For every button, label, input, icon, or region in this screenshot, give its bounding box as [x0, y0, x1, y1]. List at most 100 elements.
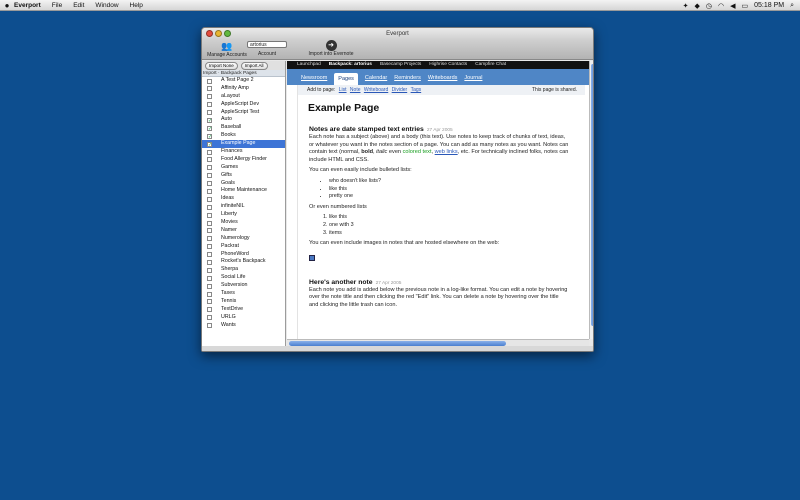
add-tags-link[interactable]: Tags	[411, 87, 422, 93]
page-row[interactable]: Wants	[202, 322, 285, 330]
import-checkbox[interactable]	[207, 259, 212, 265]
account-select[interactable]: artorius	[247, 41, 287, 48]
page-row[interactable]: TextDrive	[202, 306, 285, 314]
tab-reminders[interactable]: Reminders	[394, 75, 421, 85]
import-checkbox[interactable]	[207, 267, 212, 273]
page-row[interactable]: Numerology	[202, 235, 285, 243]
battery-icon[interactable]: ▭	[741, 2, 748, 10]
column-import[interactable]: Import	[203, 71, 217, 76]
page-row[interactable]: Tennis	[202, 298, 285, 306]
nav-link[interactable]: Campfire Chat	[475, 61, 506, 69]
menu-edit[interactable]: Edit	[73, 2, 84, 9]
vertical-scroll-thumb[interactable]	[591, 64, 593, 326]
page-row[interactable]: Rocket's Backpack	[202, 258, 285, 266]
import-checkbox[interactable]	[207, 307, 212, 313]
horizontal-scrollbar[interactable]	[287, 339, 589, 346]
close-button[interactable]	[206, 30, 213, 37]
wifi-icon[interactable]: ◠	[718, 2, 724, 10]
apple-menu-icon[interactable]: ●	[0, 1, 14, 10]
note-2-title[interactable]: Here's another note 27 Apr 2005	[309, 279, 569, 286]
import-checkbox[interactable]	[207, 157, 212, 163]
menu-app-name[interactable]: Everport	[14, 2, 41, 9]
page-row[interactable]: Food Allergy Finder	[202, 156, 285, 164]
menu-clock[interactable]: 05:18 PM	[754, 2, 784, 9]
tab-newsroom[interactable]: Newsroom	[301, 75, 327, 85]
import-checkbox[interactable]	[207, 78, 212, 84]
import-checkbox[interactable]	[207, 275, 212, 281]
vertical-scrollbar[interactable]	[589, 61, 593, 339]
page-row[interactable]: AppleScript Dev	[202, 101, 285, 109]
menu-help[interactable]: Help	[130, 2, 143, 9]
minimize-button[interactable]	[215, 30, 222, 37]
add-divider-link[interactable]: Divider	[392, 87, 408, 93]
import-checkbox[interactable]	[207, 283, 212, 289]
import-all-button[interactable]: Import All	[240, 62, 268, 70]
menu-file[interactable]: File	[52, 2, 62, 9]
import-checkbox[interactable]	[207, 244, 212, 250]
volume-icon[interactable]: ◀	[730, 2, 735, 10]
page-row[interactable]: Namer	[202, 227, 285, 235]
import-checkbox[interactable]	[207, 188, 212, 194]
import-checkbox[interactable]	[207, 323, 212, 329]
import-checkbox[interactable]	[207, 228, 212, 234]
import-checkbox[interactable]	[207, 149, 212, 155]
tab-journal[interactable]: Journal	[464, 75, 482, 85]
page-row[interactable]: Liberty	[202, 211, 285, 219]
import-into-evernote-button[interactable]: ➜ Import into Evernote	[308, 40, 354, 57]
import-checkbox[interactable]: ✓	[207, 117, 212, 123]
nav-link[interactable]: Basecamp Projects	[380, 61, 421, 69]
menu-window[interactable]: Window	[95, 2, 118, 9]
clock-icon[interactable]: ◷	[706, 2, 712, 10]
page-row[interactable]: ✓ Books	[202, 132, 285, 140]
tab-calendar[interactable]: Calendar	[365, 75, 387, 85]
page-row[interactable]: Packrat	[202, 243, 285, 251]
page-row[interactable]: A Test Page 2	[202, 77, 285, 85]
import-checkbox[interactable]	[207, 181, 212, 187]
page-row[interactable]: ✓ Example Page	[202, 140, 285, 149]
import-checkbox[interactable]	[207, 110, 212, 116]
import-checkbox[interactable]	[207, 252, 212, 258]
page-row[interactable]: Gifts	[202, 172, 285, 180]
import-checkbox[interactable]	[207, 299, 212, 305]
import-checkbox[interactable]	[207, 173, 212, 179]
page-row[interactable]: ✓ Baseball	[202, 124, 285, 132]
tab-writeboards[interactable]: Writeboards	[428, 75, 458, 85]
search-icon[interactable]: ⌕	[790, 2, 794, 10]
import-checkbox[interactable]	[207, 212, 212, 218]
page-row[interactable]: Subversion	[202, 282, 285, 290]
twitter-icon[interactable]: ✦	[683, 2, 689, 10]
import-checkbox[interactable]	[207, 220, 212, 226]
nav-link[interactable]: Launchpad	[297, 61, 321, 69]
import-checkbox[interactable]: ✓	[207, 125, 212, 131]
import-none-button[interactable]: Import None	[205, 62, 238, 70]
page-row[interactable]: Sherpa	[202, 266, 285, 274]
import-checkbox[interactable]	[207, 291, 212, 297]
import-checkbox[interactable]	[207, 236, 212, 242]
import-checkbox[interactable]	[207, 196, 212, 202]
manage-accounts-button[interactable]: 👥 Manage Accounts	[205, 41, 249, 58]
page-row[interactable]: ✓ Auto	[202, 116, 285, 124]
nav-link[interactable]: Backpack: artorius	[329, 61, 372, 69]
zoom-button[interactable]	[224, 30, 231, 37]
import-checkbox[interactable]: ✓	[207, 141, 212, 147]
import-checkbox[interactable]	[207, 102, 212, 108]
page-row[interactable]: Movies	[202, 219, 285, 227]
add-note-link[interactable]: Note	[350, 87, 361, 93]
tab-pages[interactable]: Pages	[334, 73, 358, 85]
page-row[interactable]: Home Maintenance	[202, 187, 285, 195]
import-checkbox[interactable]	[207, 204, 212, 210]
web-links-link[interactable]: web links	[435, 149, 458, 155]
page-row[interactable]: Goals	[202, 180, 285, 188]
page-row[interactable]: Finances	[202, 148, 285, 156]
import-checkbox[interactable]	[207, 86, 212, 92]
page-row[interactable]: Social Life	[202, 274, 285, 282]
window-titlebar[interactable]: Everport	[202, 28, 593, 40]
page-row[interactable]: PhoneWord	[202, 251, 285, 259]
page-row[interactable]: URLG	[202, 314, 285, 322]
add-list-link[interactable]: List	[339, 87, 347, 93]
page-row[interactable]: Games	[202, 164, 285, 172]
import-checkbox[interactable]	[207, 315, 212, 321]
add-writeboard-link[interactable]: Writeboard	[364, 87, 388, 93]
nav-link[interactable]: Highrise Contacts	[429, 61, 467, 69]
note-1-title[interactable]: Notes are date stamped text entries 27 Ap…	[309, 126, 569, 133]
